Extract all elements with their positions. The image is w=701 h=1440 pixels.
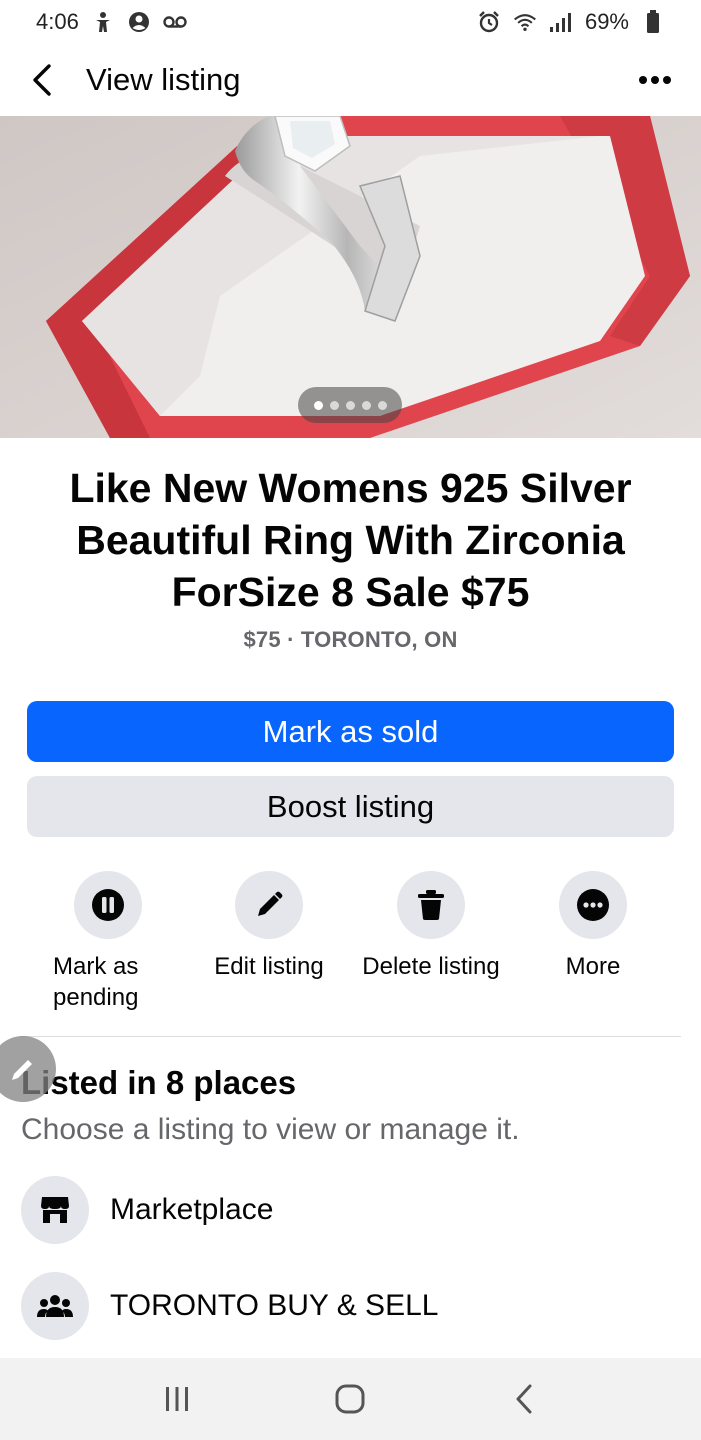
action-label: More [565, 953, 621, 980]
recents-button[interactable] [147, 1369, 207, 1429]
boost-listing-button[interactable]: Boost listing [27, 776, 674, 837]
edit-listing-action[interactable]: Edit listing [189, 871, 349, 982]
listing-title: Like New Womens 925 Silver Beautiful Rin… [69, 465, 632, 615]
pencil-icon [12, 1060, 32, 1080]
pager-dot [329, 400, 339, 410]
account-circle-icon [127, 10, 151, 34]
battery-percent: 69% [584, 9, 629, 34]
system-nav-bar [0, 1358, 701, 1440]
battery-icon [641, 10, 665, 34]
more-action[interactable]: More [513, 871, 673, 982]
action-circle[interactable] [74, 871, 142, 939]
wifi-icon [513, 10, 537, 34]
trash-icon [418, 890, 444, 920]
back-button[interactable] [26, 64, 58, 96]
action-label: Mark as pending [53, 953, 139, 1011]
alarm-icon [477, 10, 501, 34]
listing-price-location: $75 · TORONTO, ON [243, 627, 458, 652]
voicemail-icon [163, 10, 187, 34]
mark-as-pending-action[interactable]: Mark as pending [28, 871, 188, 1013]
listing-actions: Mark as pending Edit listing Delete list… [0, 871, 701, 1021]
place-label: Marketplace [110, 1193, 274, 1226]
home-button[interactable] [320, 1369, 380, 1429]
action-circle[interactable] [397, 871, 465, 939]
home-icon [335, 1384, 365, 1414]
mark-as-sold-button[interactable]: Mark as sold [27, 701, 674, 762]
place-icon-circle [21, 1176, 89, 1244]
pager-dot [313, 400, 323, 410]
status-time: 4:06 [36, 9, 79, 34]
signal-icon [549, 10, 573, 34]
more-horizontal-icon [639, 76, 671, 84]
listed-places-title: Listed in 8 places [21, 1064, 297, 1101]
pager-dot [361, 400, 371, 410]
pause-icon [92, 889, 124, 921]
place-toronto-buy-sell[interactable]: TORONTO BUY & SELL [21, 1272, 681, 1340]
pager-dot [345, 400, 355, 410]
action-label: Edit listing [214, 953, 324, 980]
section-divider [20, 1036, 681, 1037]
nav-back-button[interactable] [494, 1369, 554, 1429]
group-icon [37, 1295, 73, 1317]
place-icon-circle [21, 1272, 89, 1340]
recents-icon [165, 1387, 188, 1411]
status-right: 69% [477, 9, 665, 35]
action-circle[interactable] [235, 871, 303, 939]
more-options-button[interactable] [635, 65, 675, 95]
photo-pager[interactable] [298, 387, 402, 423]
place-label: TORONTO BUY & SELL [110, 1289, 439, 1322]
chevron-left-icon [33, 64, 51, 96]
more-icon [577, 889, 609, 921]
action-circle[interactable] [559, 871, 627, 939]
store-icon [41, 1197, 69, 1223]
status-bar: 4:06 69% [0, 0, 701, 44]
page-title: View listing [86, 62, 241, 97]
delete-listing-action[interactable]: Delete listing [351, 871, 511, 982]
listed-places-subtitle: Choose a listing to view or manage it. [21, 1113, 520, 1146]
pencil-icon [258, 891, 283, 916]
app-header: View listing [0, 44, 701, 116]
status-left: 4:06 [36, 9, 187, 35]
action-label: Delete listing [362, 953, 500, 980]
place-marketplace[interactable]: Marketplace [21, 1176, 681, 1244]
back-icon [516, 1384, 532, 1414]
pager-dot [377, 400, 387, 410]
accessibility-icon [91, 10, 115, 34]
